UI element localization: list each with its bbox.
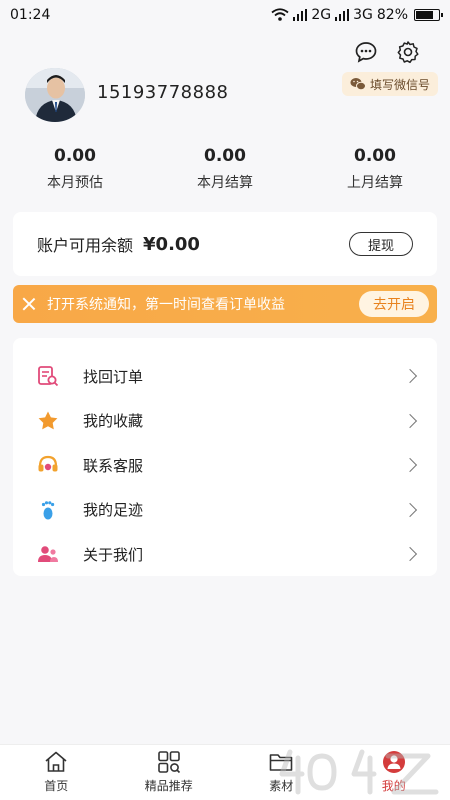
menu-item-retrieve-order[interactable]: 找回订单: [13, 354, 437, 399]
menu-item-label: 关于我们: [83, 545, 144, 564]
network-type-1: 2G: [311, 7, 332, 23]
chevron-right-icon: [402, 502, 418, 517]
status-indicators: 2G 3G 82%: [271, 7, 443, 23]
stat-label: 上月结算: [347, 175, 403, 191]
phone-number: 15193778888: [97, 82, 229, 103]
chevron-right-icon: [402, 413, 418, 428]
stat-last-month-settled[interactable]: 0.00 上月结算: [300, 146, 450, 192]
enable-notification-button[interactable]: 去开启: [359, 291, 429, 317]
folder-icon: [269, 754, 293, 771]
menu-item-label: 我的收藏: [83, 412, 144, 431]
stat-value: 0.00: [204, 146, 246, 166]
wechat-id-button[interactable]: 填写微信号: [341, 72, 438, 96]
wechat-badge-label: 填写微信号: [369, 77, 430, 92]
withdraw-button[interactable]: 提现: [348, 232, 413, 256]
avatar[interactable]: [25, 68, 85, 122]
status-time: 01:24: [10, 7, 51, 23]
footprint-icon: [37, 499, 59, 521]
stat-value: 0.00: [54, 146, 96, 166]
stat-this-month-settled[interactable]: 0.00 本月结算: [150, 146, 300, 192]
menu-item-footprints[interactable]: 我的足迹: [13, 488, 437, 533]
balance-label: 账户可用余额: [37, 236, 134, 255]
tab-label: 我的: [381, 779, 406, 793]
menu-item-customer-service[interactable]: 联系客服: [13, 443, 437, 488]
tab-materials[interactable]: 素材: [225, 745, 338, 800]
status-bar: 01:24 2G 3G 82%: [0, 0, 450, 30]
chevron-right-icon: [402, 458, 418, 473]
message-icon[interactable]: [354, 40, 378, 64]
header-actions: [354, 40, 420, 64]
balance-value: ¥0.00: [143, 233, 200, 255]
signal-icon: [293, 9, 308, 21]
earnings-stats: 0.00 本月预估 0.00 本月结算 0.00 上月结算: [0, 146, 450, 192]
signal-icon: [335, 9, 350, 21]
avatar-image: [25, 68, 85, 122]
menu-item-label: 我的足迹: [83, 501, 144, 520]
network-type-2: 3G: [353, 7, 373, 23]
notification-text: 打开系统通知，第一时间查看订单收益: [47, 297, 285, 313]
chevron-right-icon: [402, 369, 418, 384]
bottom-tab-bar: 首页 精品推荐 素材 我的: [0, 744, 450, 800]
menu-item-about-us[interactable]: 关于我们: [13, 532, 437, 577]
settings-icon[interactable]: [396, 40, 420, 64]
chevron-right-icon: [402, 547, 418, 562]
wifi-icon: [271, 8, 289, 21]
wechat-icon: [350, 78, 366, 91]
profile-icon: [382, 751, 405, 773]
menu-item-label: 联系客服: [83, 456, 144, 475]
users-icon: [37, 543, 59, 565]
notification-banner: 打开系统通知，第一时间查看订单收益 去开启: [13, 285, 437, 323]
tab-label: 素材: [269, 779, 294, 793]
tab-label: 首页: [44, 779, 69, 793]
battery-icon: [414, 9, 443, 21]
stat-label: 本月结算: [197, 175, 253, 191]
tab-label: 精品推荐: [144, 779, 193, 793]
battery-percent: 82%: [376, 7, 408, 23]
headset-icon: [37, 454, 59, 476]
balance-card: 账户可用余额 ¥0.00 提现: [13, 212, 437, 276]
stat-value: 0.00: [354, 146, 396, 166]
grid-icon: [157, 751, 180, 774]
tab-recommended[interactable]: 精品推荐: [113, 745, 226, 800]
menu-list: 找回订单 我的收藏 联系客服 我的足迹 关于我们: [13, 338, 437, 576]
stat-this-month-estimate[interactable]: 0.00 本月预估: [0, 146, 150, 192]
order-search-icon: [37, 365, 59, 387]
tab-home[interactable]: 首页: [0, 745, 113, 800]
stat-label: 本月预估: [47, 175, 103, 191]
tab-mine[interactable]: 我的: [338, 745, 450, 800]
close-icon[interactable]: [21, 296, 37, 312]
battery-fill: [416, 11, 434, 19]
star-icon: [37, 410, 59, 432]
home-icon: [45, 751, 67, 772]
menu-item-favorites[interactable]: 我的收藏: [13, 399, 437, 444]
menu-item-label: 找回订单: [83, 367, 144, 386]
